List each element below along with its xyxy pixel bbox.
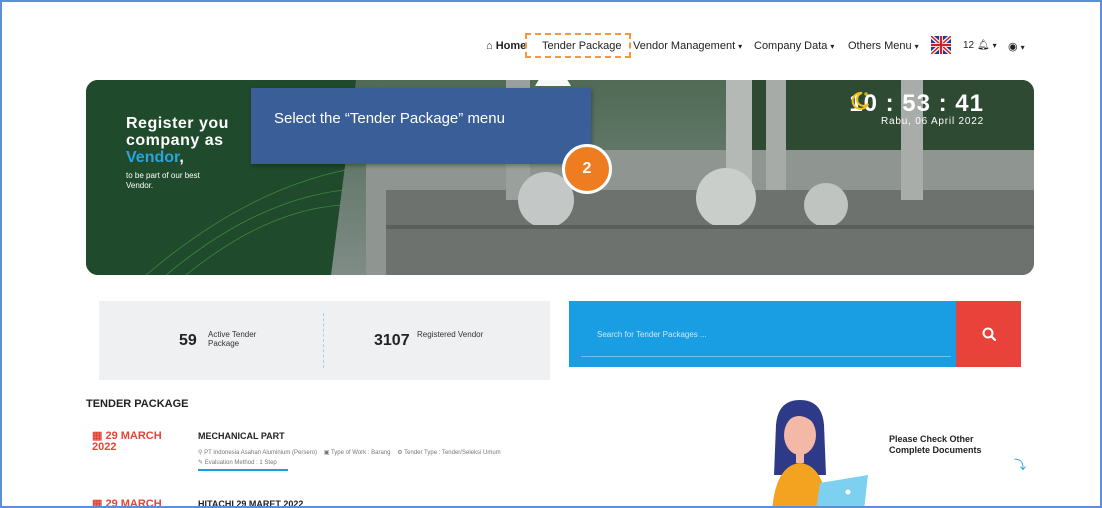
page-frame: ⌂ Home Tender Package Vendor Management ▾… bbox=[0, 0, 1102, 508]
hero-sub-line2: Vendor. bbox=[126, 181, 154, 190]
active-tender-label-1: Active Tender bbox=[208, 330, 257, 339]
promo-line2: Complete Documents bbox=[889, 445, 982, 455]
step-number-badge: 2 bbox=[562, 144, 612, 194]
user-menu[interactable]: ◉ ▾ bbox=[1008, 40, 1025, 53]
active-tender-label-2: Package bbox=[208, 339, 240, 348]
arrow-down-icon: ⤵ bbox=[1014, 458, 1027, 472]
tender-work-type: Type of Work : Barang bbox=[330, 450, 391, 456]
uk-flag-icon[interactable] bbox=[931, 36, 951, 54]
tender-type: Tender Type : Tender/Seleksi Umum bbox=[404, 450, 501, 456]
tooltip-text: Select the “Tender Package” menu bbox=[274, 110, 505, 127]
tender-underline bbox=[198, 469, 288, 471]
nav-home[interactable]: ⌂ Home bbox=[486, 40, 526, 52]
search-button[interactable] bbox=[956, 301, 1021, 367]
bell-icon: 🔔︎ bbox=[976, 40, 990, 51]
tender-date-line2: 2022 bbox=[92, 441, 117, 453]
tutorial-tooltip: Select the “Tender Package” menu bbox=[251, 88, 591, 164]
home-icon: ⌂ bbox=[486, 40, 493, 52]
tender-title[interactable]: HITACHI 29 MARET 2022 bbox=[198, 499, 303, 506]
registered-vendor-label: Registered Vendor bbox=[417, 330, 484, 339]
active-tender-count: 59 bbox=[179, 332, 197, 349]
stats-divider bbox=[323, 313, 324, 368]
tender-package-highlight bbox=[525, 33, 631, 58]
nav-vendor-management-label: Vendor Management bbox=[633, 40, 736, 52]
registered-vendor-count: 3107 bbox=[374, 332, 410, 349]
tender-meta: ⚲ PT Indonesia Asahan Aluminium (Persero… bbox=[198, 449, 501, 456]
tender-date-line1: 29 MARCH bbox=[105, 498, 162, 508]
stats-panel: 59 Active Tender Package 3107 Registered… bbox=[99, 301, 550, 380]
chevron-down-icon: ▾ bbox=[914, 42, 919, 51]
promo-line1: Please Check Other bbox=[889, 434, 974, 444]
hero-vendor-word: Vendor bbox=[126, 149, 180, 166]
tender-company: PT Indonesia Asahan Aluminium (Persero) bbox=[204, 450, 318, 456]
moon-icon bbox=[851, 91, 870, 110]
search-icon bbox=[982, 327, 996, 341]
hero-vendor-comma: , bbox=[179, 149, 184, 166]
gears-icon: ⚙ bbox=[397, 450, 403, 456]
hero-sub-line1: to be part of our best bbox=[126, 171, 200, 180]
notification-count: 12 bbox=[963, 40, 975, 51]
tender-date: ▦ 29 MARCH 2022 bbox=[92, 431, 192, 453]
briefcase-icon: ▣ bbox=[323, 450, 330, 456]
nav-others-menu-label: Others Menu bbox=[848, 40, 912, 52]
user-icon: ◉ bbox=[1008, 41, 1018, 53]
tender-section-title: TENDER PACKAGE bbox=[86, 398, 189, 410]
chevron-down-icon: ▾ bbox=[738, 42, 743, 51]
hero-subtitle: to be part of our best Vendor. bbox=[126, 171, 326, 191]
tender-date: ▦ 29 MARCH bbox=[92, 498, 192, 508]
nav-company-data-label: Company Data bbox=[754, 40, 828, 52]
calendar-icon: ▦ bbox=[92, 498, 103, 508]
nav-others-menu[interactable]: Others Menu ▾ bbox=[848, 40, 919, 52]
woman-with-laptop-illustration bbox=[772, 400, 868, 506]
tender-meta-evaluation: ✎ Evaluation Method : 1 Step bbox=[198, 459, 277, 466]
clock-widget: 10 : 53 : 41 Rabu, 06 April 2022 bbox=[849, 90, 984, 127]
search-panel bbox=[569, 301, 1021, 367]
tender-evaluation: Evaluation Method : 1 Step bbox=[204, 460, 277, 466]
tooltip-pointer bbox=[535, 56, 571, 86]
location-pin-icon: ⚲ bbox=[198, 450, 203, 456]
nav-vendor-management[interactable]: Vendor Management ▾ bbox=[633, 40, 742, 52]
chevron-down-icon: ▾ bbox=[992, 41, 997, 50]
nav-home-label: Home bbox=[495, 40, 527, 52]
chevron-down-icon: ▾ bbox=[830, 42, 835, 51]
tender-title[interactable]: MECHANICAL PART bbox=[198, 431, 285, 441]
promo-text: Please Check Other Complete Documents bbox=[889, 434, 982, 456]
notification-menu[interactable]: 12 🔔︎ ▾ bbox=[963, 40, 997, 51]
wrench-icon: ✎ bbox=[198, 460, 204, 466]
tender-search-input[interactable] bbox=[581, 313, 951, 357]
active-tender-label: Active Tender Package bbox=[208, 330, 256, 348]
nav-company-data[interactable]: Company Data ▾ bbox=[754, 40, 834, 52]
chevron-down-icon: ▾ bbox=[1020, 43, 1025, 52]
